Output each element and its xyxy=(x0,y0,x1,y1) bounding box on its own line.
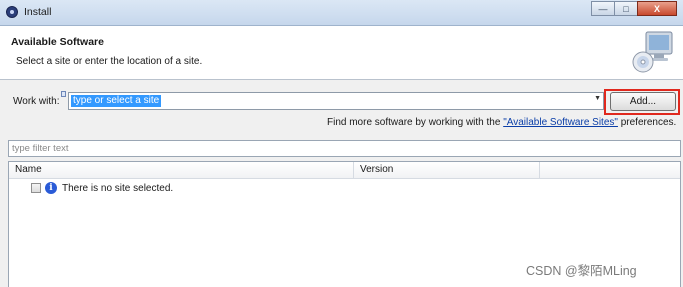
column-header-blank xyxy=(540,162,680,179)
watermark: CSDN @黎陌MLing xyxy=(526,264,637,278)
eclipse-icon xyxy=(6,6,18,18)
filter-input[interactable] xyxy=(9,141,680,156)
page-title: Available Software xyxy=(11,36,104,48)
available-software-sites-link[interactable]: "Available Software Sites" xyxy=(503,117,618,128)
site-combo[interactable]: type or select a site ▼ xyxy=(68,92,604,110)
find-more-suffix: preferences. xyxy=(617,117,677,128)
site-combo-value[interactable]: type or select a site xyxy=(71,95,162,107)
work-with-label: Work with: xyxy=(13,96,60,107)
wizard-header: Available Software Select a site or ente… xyxy=(0,26,683,80)
minimize-button[interactable]: — xyxy=(591,1,615,16)
row-text: There is no site selected. xyxy=(62,182,174,194)
table-row[interactable]: i There is no site selected. xyxy=(31,181,173,195)
title-bar: Install — □ X xyxy=(0,0,683,26)
add-site-button[interactable]: Add... xyxy=(610,92,676,111)
cd-monitor-icon xyxy=(632,31,673,73)
minimize-icon: — xyxy=(598,3,608,14)
page-description: Select a site or enter the location of a… xyxy=(16,56,203,67)
filter-field[interactable] xyxy=(8,140,681,157)
window-title: Install xyxy=(24,6,52,18)
row-checkbox[interactable] xyxy=(31,183,41,193)
window-controls: — □ X xyxy=(591,1,677,18)
maximize-button[interactable]: □ xyxy=(614,1,638,16)
maximize-icon: □ xyxy=(623,3,629,14)
content-assist-icon xyxy=(61,91,66,97)
column-header-version[interactable]: Version xyxy=(354,162,540,179)
dropdown-arrow-icon[interactable]: ▼ xyxy=(594,95,601,102)
info-icon: i xyxy=(45,182,57,194)
find-more-text: Find more software by working with the "… xyxy=(327,117,676,128)
column-header-name[interactable]: Name xyxy=(9,162,354,179)
close-icon: X xyxy=(653,3,660,14)
close-button[interactable]: X xyxy=(637,1,677,16)
find-more-prefix: Find more software by working with the xyxy=(327,117,504,128)
